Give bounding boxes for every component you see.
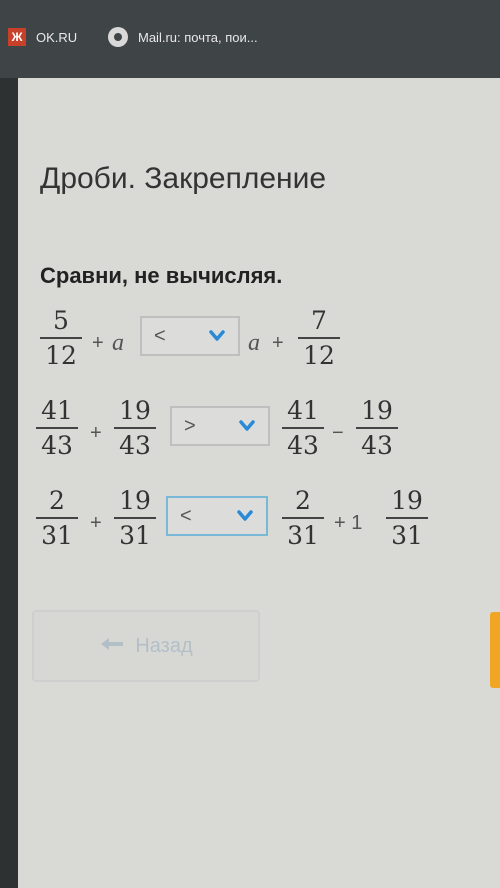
variable: a bbox=[248, 330, 260, 356]
numerator: 2 bbox=[295, 486, 311, 515]
back-button[interactable]: Назад bbox=[32, 610, 260, 682]
denominator: 31 bbox=[287, 521, 319, 550]
task-text: Сравни, не вычисляя. bbox=[40, 263, 283, 288]
comparison-select-1[interactable]: < bbox=[140, 316, 240, 356]
operator: + bbox=[272, 332, 284, 354]
fraction-r3-left-1: 2 31 bbox=[36, 488, 78, 548]
numerator: 5 bbox=[53, 306, 69, 335]
variable: a bbox=[112, 330, 124, 356]
operator: + bbox=[90, 512, 102, 534]
comparison-select-2[interactable]: > bbox=[170, 406, 270, 446]
operator: + bbox=[90, 422, 102, 444]
next-button-edge[interactable] bbox=[490, 612, 500, 688]
arrow-left-icon bbox=[99, 635, 125, 658]
page-title: Дроби. Закрепление bbox=[40, 162, 327, 195]
denominator: 43 bbox=[119, 431, 151, 460]
fraction-r3-left-2: 19 31 bbox=[114, 488, 156, 548]
fraction-r3-right-2: 19 31 bbox=[386, 488, 428, 548]
select-value: < bbox=[154, 324, 166, 347]
chevron-down-icon bbox=[208, 327, 226, 345]
numerator: 41 bbox=[41, 396, 73, 425]
select-value: > bbox=[184, 414, 196, 437]
bookmark-mail-label: Mail.ru: почта, пои... bbox=[138, 29, 258, 45]
denominator: 31 bbox=[41, 521, 73, 550]
denominator: 31 bbox=[119, 521, 151, 550]
comparison-select-3[interactable]: < bbox=[166, 496, 268, 536]
denominator: 31 bbox=[391, 521, 423, 550]
denominator: 12 bbox=[303, 341, 335, 370]
fraction-r1-left: 5 12 bbox=[40, 308, 82, 368]
bookmark-ok-label: OK.RU bbox=[36, 29, 78, 45]
numerator: 19 bbox=[119, 396, 151, 425]
denominator: 43 bbox=[41, 431, 73, 460]
numerator: 41 bbox=[287, 396, 319, 425]
numerator: 19 bbox=[119, 486, 151, 515]
back-button-label: Назад bbox=[135, 634, 193, 657]
mail-icon bbox=[108, 27, 128, 47]
chevron-down-icon bbox=[236, 507, 254, 525]
denominator: 43 bbox=[287, 431, 319, 460]
operator: − bbox=[332, 422, 344, 444]
denominator: 43 bbox=[361, 431, 393, 460]
bookmark-mail[interactable]: Mail.ru: почта, пои... bbox=[108, 25, 258, 49]
fraction-r2-left-2: 19 43 bbox=[114, 398, 156, 458]
fraction-r1-right: 7 12 bbox=[298, 308, 340, 368]
fraction-r2-right-1: 41 43 bbox=[282, 398, 324, 458]
fraction-r3-right-1: 2 31 bbox=[282, 488, 324, 548]
operator: + 1 bbox=[334, 512, 363, 534]
left-strip bbox=[0, 78, 18, 888]
fraction-r2-left-1: 41 43 bbox=[36, 398, 78, 458]
fraction-r2-right-2: 19 43 bbox=[356, 398, 398, 458]
numerator: 2 bbox=[49, 486, 65, 515]
numerator: 19 bbox=[391, 486, 423, 515]
bookmark-ok[interactable]: Ж OK.RU bbox=[8, 25, 77, 49]
ok-icon: Ж bbox=[8, 28, 26, 46]
bookmarks-bar: Ж OK.RU Mail.ru: почта, пои... bbox=[0, 0, 500, 78]
select-value: < bbox=[180, 504, 192, 527]
numerator: 19 bbox=[361, 396, 393, 425]
denominator: 12 bbox=[45, 341, 77, 370]
operator: + bbox=[92, 332, 104, 354]
numerator: 7 bbox=[311, 306, 327, 335]
chevron-down-icon bbox=[238, 417, 256, 435]
